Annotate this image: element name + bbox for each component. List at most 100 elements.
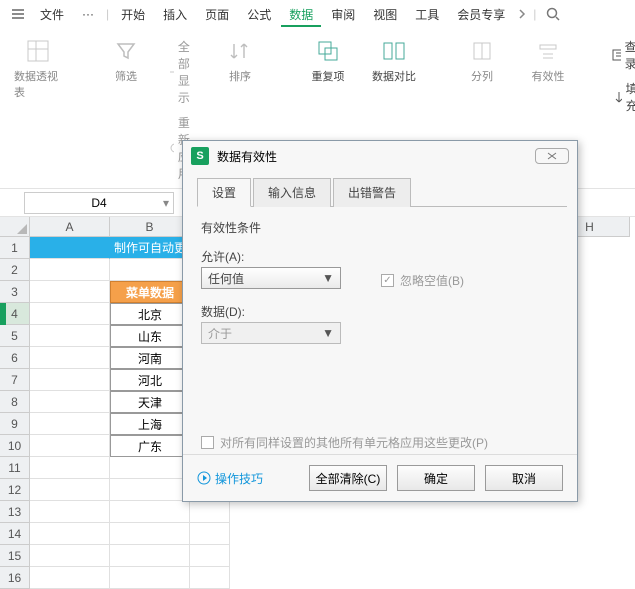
tb-validity-label: 有效性 xyxy=(532,68,565,84)
row-header[interactable]: 3 xyxy=(0,281,30,303)
cell[interactable] xyxy=(110,501,190,523)
menu-vip[interactable]: 会员专享 xyxy=(449,2,513,27)
clear-all-button[interactable]: 全部清除(C) xyxy=(309,465,387,491)
cell[interactable]: 山东 xyxy=(110,325,190,347)
menu-page[interactable]: 页面 xyxy=(197,2,237,27)
cancel-button[interactable]: 取消 xyxy=(485,465,563,491)
cell[interactable] xyxy=(30,501,110,523)
tb-compare[interactable]: 数据对比 xyxy=(370,38,418,84)
cell[interactable] xyxy=(190,545,230,567)
sort-icon xyxy=(227,38,253,64)
tb-showall[interactable]: 全部显示 xyxy=(168,38,198,106)
dialog-tabs: 设置 输入信息 出错警告 xyxy=(197,177,567,207)
chevron-down-icon[interactable]: ▾ xyxy=(163,196,169,210)
cell[interactable]: 河北 xyxy=(110,369,190,391)
row-header[interactable]: 16 xyxy=(0,567,30,589)
row-header[interactable]: 12 xyxy=(0,479,30,501)
cell[interactable] xyxy=(30,303,110,325)
tb-pivot-label: 数据透视表 xyxy=(14,68,62,100)
row-header[interactable]: 7 xyxy=(0,369,30,391)
cell[interactable] xyxy=(30,413,110,435)
play-icon xyxy=(197,471,211,485)
cell[interactable] xyxy=(30,281,110,303)
cell[interactable] xyxy=(190,567,230,589)
select-all-triangle[interactable] xyxy=(0,217,30,237)
tb-validity[interactable]: 有效性 xyxy=(524,38,572,84)
tb-duplicates[interactable]: 重复项 xyxy=(304,38,352,84)
cell[interactable] xyxy=(110,545,190,567)
menu-view[interactable]: 视图 xyxy=(365,2,405,27)
row-header[interactable]: 2 xyxy=(0,259,30,281)
cell[interactable] xyxy=(110,479,190,501)
menu-more[interactable]: ··· xyxy=(74,3,102,25)
row-header[interactable]: 6 xyxy=(0,347,30,369)
cell[interactable] xyxy=(30,347,110,369)
row-header[interactable]: 11 xyxy=(0,457,30,479)
row-header[interactable]: 10 xyxy=(0,435,30,457)
search-icon[interactable] xyxy=(540,3,566,25)
cell[interactable]: 广东 xyxy=(110,435,190,457)
dialog-titlebar[interactable]: S 数据有效性 xyxy=(183,141,577,171)
cell[interactable] xyxy=(110,259,190,281)
cell[interactable] xyxy=(30,435,110,457)
cell[interactable] xyxy=(110,567,190,589)
menu-formula[interactable]: 公式 xyxy=(239,2,279,27)
name-box[interactable]: D4 ▾ xyxy=(24,192,174,214)
row-header[interactable]: 1 xyxy=(0,237,30,259)
tab-error-alert[interactable]: 出错警告 xyxy=(333,178,411,207)
cell[interactable] xyxy=(30,391,110,413)
cell[interactable]: 上海 xyxy=(110,413,190,435)
cell[interactable]: 制作可自动更 xyxy=(110,237,190,259)
tb-sort[interactable]: 排序 xyxy=(216,38,264,84)
col-header[interactable]: A xyxy=(30,217,110,237)
tab-input-msg[interactable]: 输入信息 xyxy=(253,178,331,207)
col-header[interactable]: B xyxy=(110,217,190,237)
tb-fill[interactable]: 填充▾ xyxy=(612,80,635,114)
cell[interactable] xyxy=(30,545,110,567)
chevron-right-icon[interactable] xyxy=(515,7,529,21)
cell[interactable] xyxy=(30,479,110,501)
row-header[interactable]: 14 xyxy=(0,523,30,545)
cell[interactable] xyxy=(190,501,230,523)
allow-combo[interactable]: 任何值 ▼ xyxy=(201,267,341,289)
menu-review[interactable]: 审阅 xyxy=(323,2,363,27)
cell[interactable] xyxy=(30,259,110,281)
menu-file[interactable]: 文件 xyxy=(32,2,72,27)
row-header[interactable]: 15 xyxy=(0,545,30,567)
close-button[interactable] xyxy=(535,148,569,164)
row-header[interactable]: 8 xyxy=(0,391,30,413)
dialog-footer: 操作技巧 全部清除(C) 确定 取消 xyxy=(183,454,577,501)
row-header[interactable]: 9 xyxy=(0,413,30,435)
tb-pivot[interactable]: 数据透视表 xyxy=(14,38,62,100)
tab-settings[interactable]: 设置 xyxy=(197,178,251,207)
dialog-title: 数据有效性 xyxy=(217,148,277,165)
ok-button[interactable]: 确定 xyxy=(397,465,475,491)
menu-insert[interactable]: 插入 xyxy=(155,2,195,27)
cell[interactable] xyxy=(30,567,110,589)
cell[interactable]: 河南 xyxy=(110,347,190,369)
cell[interactable] xyxy=(110,523,190,545)
cell[interactable]: 天津 xyxy=(110,391,190,413)
tb-findrec[interactable]: 查找录入 xyxy=(612,38,635,72)
menu-tools[interactable]: 工具 xyxy=(407,2,447,27)
cell[interactable] xyxy=(30,523,110,545)
tb-filter[interactable]: 筛选 xyxy=(102,38,150,84)
cell[interactable] xyxy=(30,237,110,259)
cell[interactable] xyxy=(190,523,230,545)
hamburger-icon[interactable] xyxy=(6,5,30,23)
tb-right-group: 查找录入 填充▾ xyxy=(612,38,635,114)
tb-split[interactable]: 分列 xyxy=(458,38,506,84)
cell[interactable]: 菜单数据 xyxy=(110,281,190,303)
row-header[interactable]: 5 xyxy=(0,325,30,347)
menu-bar: 文件 ··· | 开始 插入 页面 公式 数据 审阅 视图 工具 会员专享 | xyxy=(0,0,635,28)
cell[interactable]: 北京 xyxy=(110,303,190,325)
cell[interactable] xyxy=(110,457,190,479)
name-box-value: D4 xyxy=(91,196,106,210)
tips-link[interactable]: 操作技巧 xyxy=(197,470,263,487)
menu-start[interactable]: 开始 xyxy=(113,2,153,27)
cell[interactable] xyxy=(30,457,110,479)
row-header[interactable]: 13 xyxy=(0,501,30,523)
menu-data[interactable]: 数据 xyxy=(281,2,321,27)
cell[interactable] xyxy=(30,369,110,391)
cell[interactable] xyxy=(30,325,110,347)
